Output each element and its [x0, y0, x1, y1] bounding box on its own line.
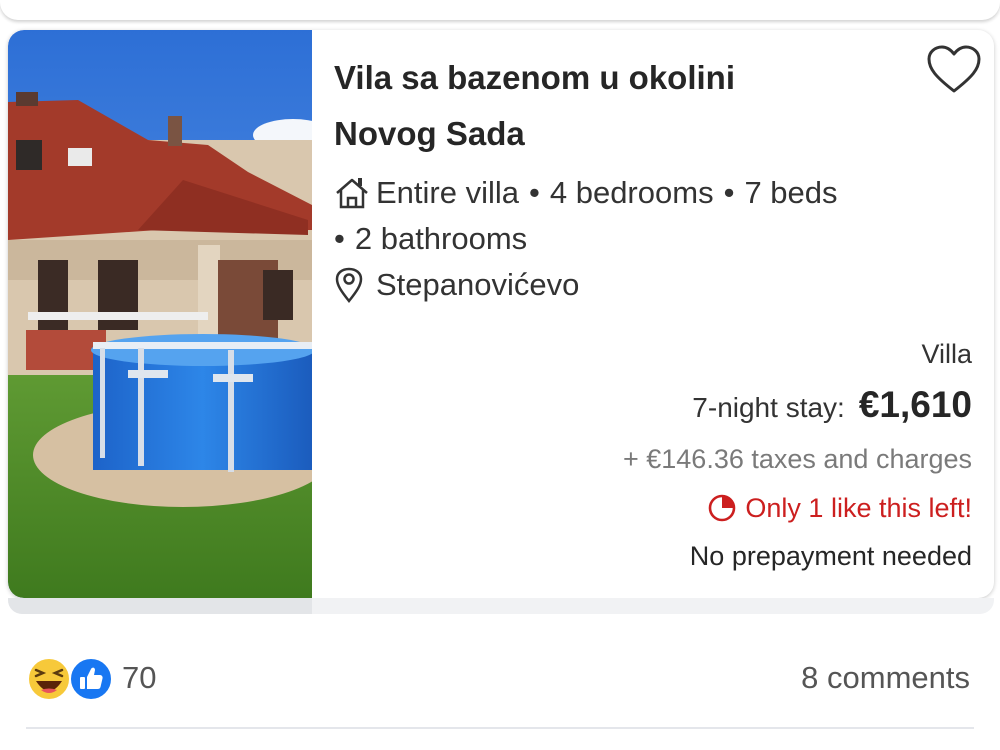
scarcity-notice: Only 1 like this left!	[452, 483, 972, 533]
listing-meta: Entire villa • 4 bedrooms • 7 beds • 2 b…	[334, 170, 974, 308]
property-facts-row: Entire villa • 4 bedrooms • 7 beds	[334, 170, 974, 216]
heart-outline-icon	[927, 45, 981, 93]
comments-link[interactable]: 8 comments	[801, 648, 970, 708]
house-icon	[334, 176, 376, 210]
next-listing-photo	[8, 598, 312, 614]
location-row[interactable]: Stepanovićevo	[334, 262, 974, 308]
clock-icon	[707, 493, 737, 523]
bathrooms-row: • 2 bathrooms	[334, 216, 974, 262]
reactions-summary[interactable]: 70	[26, 648, 156, 708]
listing-details: Vila sa bazenom u okolini Novog Sada Ent…	[334, 30, 994, 598]
price-amount: €1,610	[858, 384, 972, 425]
stay-length-label: 7-night stay:	[692, 392, 845, 423]
bedrooms-count: 4 bedrooms	[549, 175, 714, 210]
property-kind: Entire villa	[376, 175, 519, 210]
reaction-count: 70	[122, 660, 157, 695]
map-pin-icon	[334, 267, 376, 303]
page: Vila sa bazenom u okolini Novog Sada Ent…	[0, 0, 1000, 750]
bathrooms-count: 2 bathrooms	[354, 221, 528, 256]
save-heart-button[interactable]	[924, 40, 984, 100]
previous-listing-card[interactable]	[0, 0, 1000, 20]
property-type-label: Villa	[921, 339, 972, 369]
listing-title-line-1: Vila sa bazenom u okolini	[334, 59, 735, 96]
listing-card[interactable]: Vila sa bazenom u okolini Novog Sada Ent…	[8, 30, 994, 598]
price-line: 7-night stay: €1,610	[452, 378, 972, 435]
like-thumb-icon	[68, 656, 114, 707]
listing-title-line-2: Novog Sada	[334, 115, 525, 152]
beds-count: 7 beds	[744, 175, 838, 210]
listing-title[interactable]: Vila sa bazenom u okolini Novog Sada	[334, 50, 834, 162]
location-name: Stepanovićevo	[376, 267, 580, 302]
taxes-and-charges: + €146.36 taxes and charges	[622, 444, 972, 474]
next-listing-card[interactable]	[8, 598, 994, 614]
divider	[26, 727, 974, 729]
no-prepayment-note: No prepayment needed	[689, 541, 972, 571]
scarcity-text: Only 1 like this left!	[745, 493, 972, 523]
listing-photo[interactable]	[8, 30, 312, 598]
haha-emoji-icon	[26, 656, 72, 707]
price-block: Villa 7-night stay: €1,610 + €146.36 taxe…	[452, 330, 972, 579]
